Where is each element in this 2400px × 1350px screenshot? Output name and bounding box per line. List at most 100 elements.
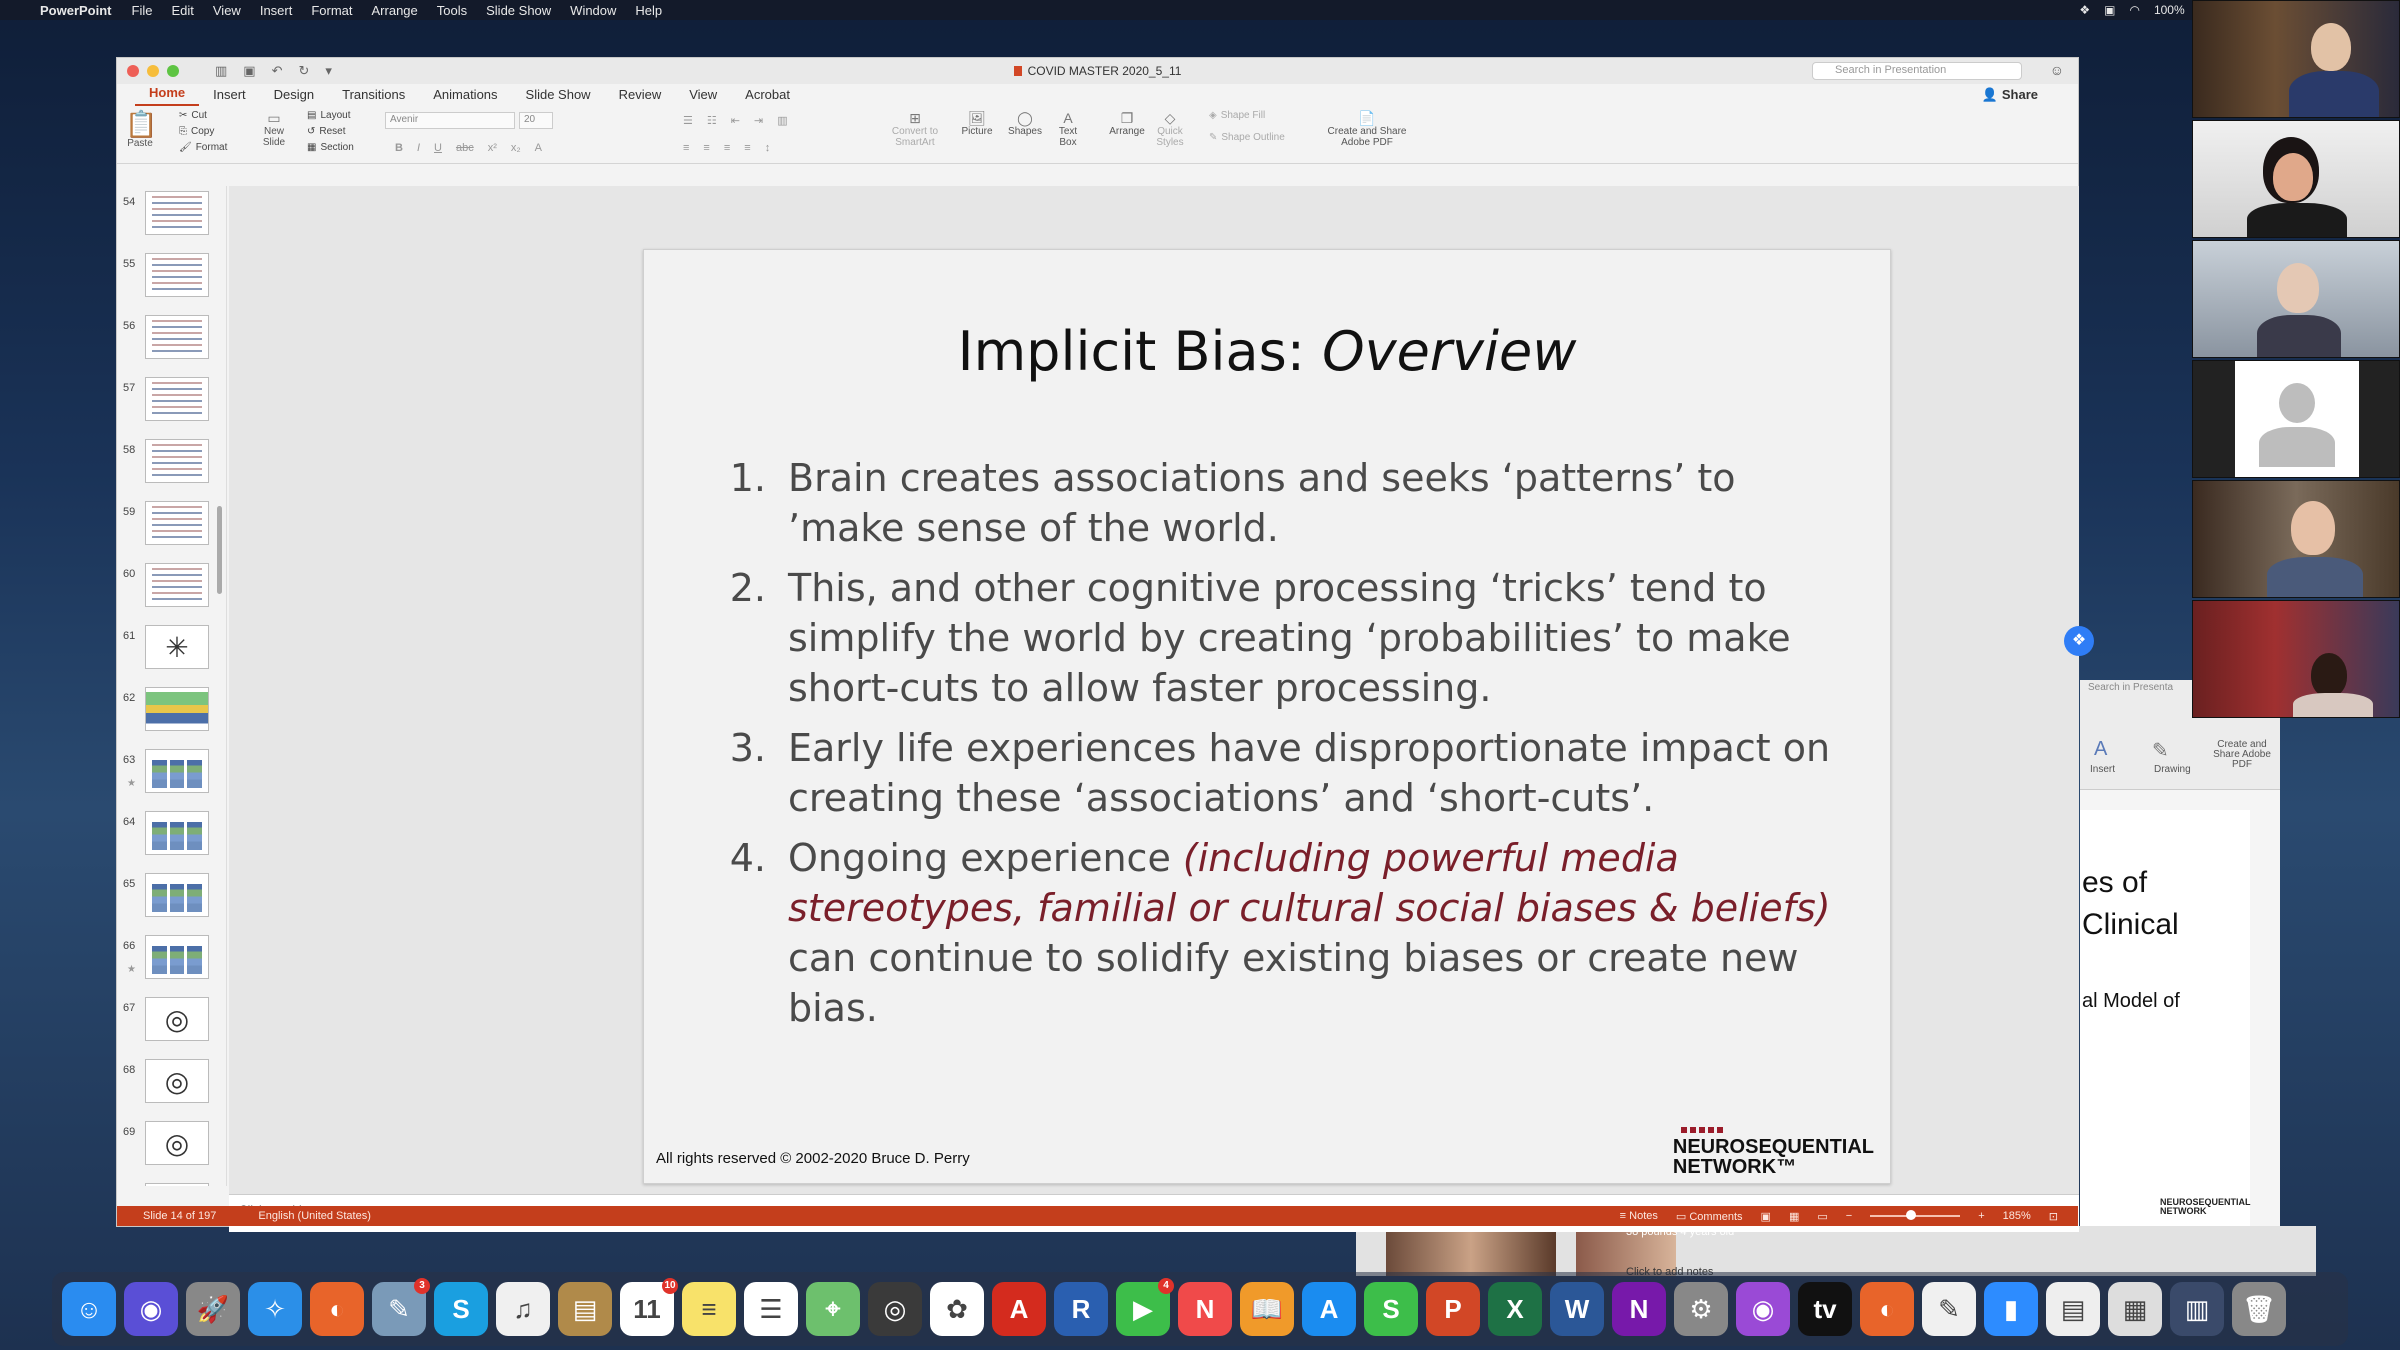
fit-to-window-icon[interactable]: ⊡ [2049,1210,2058,1223]
copy-button[interactable]: ⎘ Copy [179,126,214,137]
dock-preview-icon[interactable]: ✎ 3 [372,1278,430,1336]
indent-increase-icon[interactable]: ⇥ [754,114,763,127]
menu-edit[interactable]: Edit [171,3,193,18]
slide-thumbnail-image[interactable] [145,749,209,793]
slide-thumbnail[interactable]: 64 [117,806,226,868]
bold-button[interactable]: B [395,142,403,154]
menu-arrange[interactable]: Arrange [372,3,418,18]
picture-button[interactable]: 🖼 Picture [957,110,997,137]
columns-icon[interactable]: ▥ [777,114,787,127]
dock-trash-icon[interactable]: 🗑 [2232,1282,2286,1336]
current-slide[interactable]: Implicit Bias: Overview 1. Brain creates … [643,249,1891,1184]
video-tile-participant-1[interactable] [2192,0,2400,118]
dock-maps-icon[interactable]: ⌖ [806,1282,860,1336]
menu-format[interactable]: Format [311,3,352,18]
tab-acrobat[interactable]: Acrobat [731,87,804,106]
dock-apple-tv-icon[interactable]: tv [1798,1282,1852,1336]
slide-thumbnail-image[interactable]: ◎ [145,1059,209,1103]
save-icon[interactable]: ▣ [243,63,255,79]
slide-thumbnail[interactable]: 63 ★ [117,744,226,806]
maximize-window-button[interactable] [167,65,179,77]
background-create-pdf[interactable]: Create and Share Adobe PDF [2210,740,2274,770]
menu-insert[interactable]: Insert [260,3,293,18]
background-drawing[interactable]: Drawing [2154,764,2191,775]
create-share-pdf-button[interactable]: 📄 Create and Share Adobe PDF [1325,110,1409,148]
dock-system-preferences-icon[interactable]: ⚙ [1674,1282,1728,1336]
dock-s-app-icon[interactable]: S [1364,1282,1418,1336]
tab-review[interactable]: Review [605,87,676,106]
dock-podcasts-icon[interactable]: ◉ [1736,1282,1790,1336]
slide-thumbnail-image[interactable] [145,687,209,731]
tab-view[interactable]: View [675,87,731,106]
slide-thumbnail[interactable]: 61 ✳ [117,620,226,682]
dock-onenote-icon[interactable]: N [1612,1282,1666,1336]
normal-view-icon[interactable]: ▣ [1761,1210,1771,1223]
shape-outline-button[interactable]: ✎ Shape Outline [1209,132,1285,143]
dock-facetime-icon[interactable]: ▶ 4 [1116,1278,1174,1336]
align-left-icon[interactable]: ≡ [683,142,689,154]
slide-thumbnail[interactable]: 67 ◎ [117,992,226,1054]
wifi-icon[interactable]: ◠ [2129,3,2139,17]
dock-launchpad-icon[interactable]: 🚀 [186,1282,240,1336]
slide-title[interactable]: Implicit Bias: Overview [644,320,1890,383]
zoom-slider[interactable] [1870,1210,1961,1220]
dock-word-icon[interactable]: W [1550,1282,1604,1336]
dock-zoom-icon[interactable]: ▮ [1984,1282,2038,1336]
quick-styles-button[interactable]: ◇ Quick Styles [1153,110,1187,148]
menu-file[interactable]: File [132,3,153,18]
dock-downloads-icon[interactable]: ▥ [2170,1282,2224,1336]
background-search[interactable]: Search in Presenta [2088,682,2173,693]
dock-news-icon[interactable]: N [1178,1282,1232,1336]
arrange-button[interactable]: ❐ Arrange [1107,110,1147,137]
slide-thumbnail[interactable]: 55 [117,248,226,310]
video-tile-participant-3[interactable] [2192,240,2400,358]
comments-toggle[interactable]: ▭ Comments [1676,1210,1743,1223]
font-color-button[interactable]: A [535,142,542,154]
slide-thumbnail-image[interactable] [145,377,209,421]
layout-button[interactable]: ▤ Layout [307,110,350,121]
slide-thumbnail-image[interactable] [145,315,209,359]
notes-toggle[interactable]: ≡ Notes [1620,1210,1658,1222]
zoom-in-button[interactable]: + [1978,1210,1984,1222]
redo-icon[interactable]: ↻ [299,63,310,79]
slide-thumbnail-image[interactable] [145,1183,209,1186]
slide-thumbnail[interactable]: 56 [117,310,226,372]
slide-thumbnail[interactable]: 65 [117,868,226,930]
slide-thumbnail[interactable]: 58 [117,434,226,496]
dock-screenshot-icon[interactable]: ▦ [2108,1282,2162,1336]
menu-help[interactable]: Help [635,3,662,18]
dock-excel-icon[interactable]: X [1488,1282,1542,1336]
menu-window[interactable]: Window [570,3,616,18]
search-in-presentation[interactable]: Search in Presentation [1812,62,2022,80]
justify-icon[interactable]: ≡ [744,142,750,154]
slide-sorter-icon[interactable]: ▦ [1789,1210,1799,1223]
reset-button[interactable]: ↺ Reset [307,126,346,137]
tab-slide-show[interactable]: Slide Show [512,87,605,106]
display-icon[interactable]: ▣ [2104,3,2115,17]
dock-firefox-2-icon[interactable]: ◐ [1860,1282,1914,1336]
dock-books-icon[interactable]: 📖 [1240,1282,1294,1336]
slide-thumbnail-image[interactable] [145,191,209,235]
dock-finder-icon[interactable]: ☺ [62,1282,116,1336]
customize-icon[interactable]: ▾ [325,63,332,79]
tab-animations[interactable]: Animations [419,87,511,106]
dock-safari-icon[interactable]: ✧ [248,1282,302,1336]
tab-home[interactable]: Home [135,85,200,106]
superscript-button[interactable]: x² [488,142,497,154]
slide-thumbnail-image[interactable] [145,935,209,979]
shape-fill-button[interactable]: ◈ Shape Fill [1209,110,1265,121]
slide-thumbnail[interactable]: 57 [117,372,226,434]
line-spacing-icon[interactable]: ↕ [765,142,771,154]
dock-notes-icon[interactable]: ≡ [682,1282,736,1336]
video-tile-participant-6[interactable] [2192,600,2400,718]
slide-thumbnail-image[interactable] [145,439,209,483]
background-insert[interactable]: Insert [2090,764,2115,775]
dock-firefox-icon[interactable]: ◐ [310,1282,364,1336]
bullets-icon[interactable]: ☰ [683,114,693,127]
thumbnail-scrollbar[interactable] [217,506,222,594]
slide-thumbnail-image[interactable] [145,873,209,917]
cut-button[interactable]: ✂ Cut [179,110,207,121]
underline-button[interactable]: U [434,142,442,154]
slide-bullet-list[interactable]: 1. Brain creates associations and seeks ‘… [724,453,1854,1043]
zoom-level[interactable]: 185% [2003,1210,2031,1222]
